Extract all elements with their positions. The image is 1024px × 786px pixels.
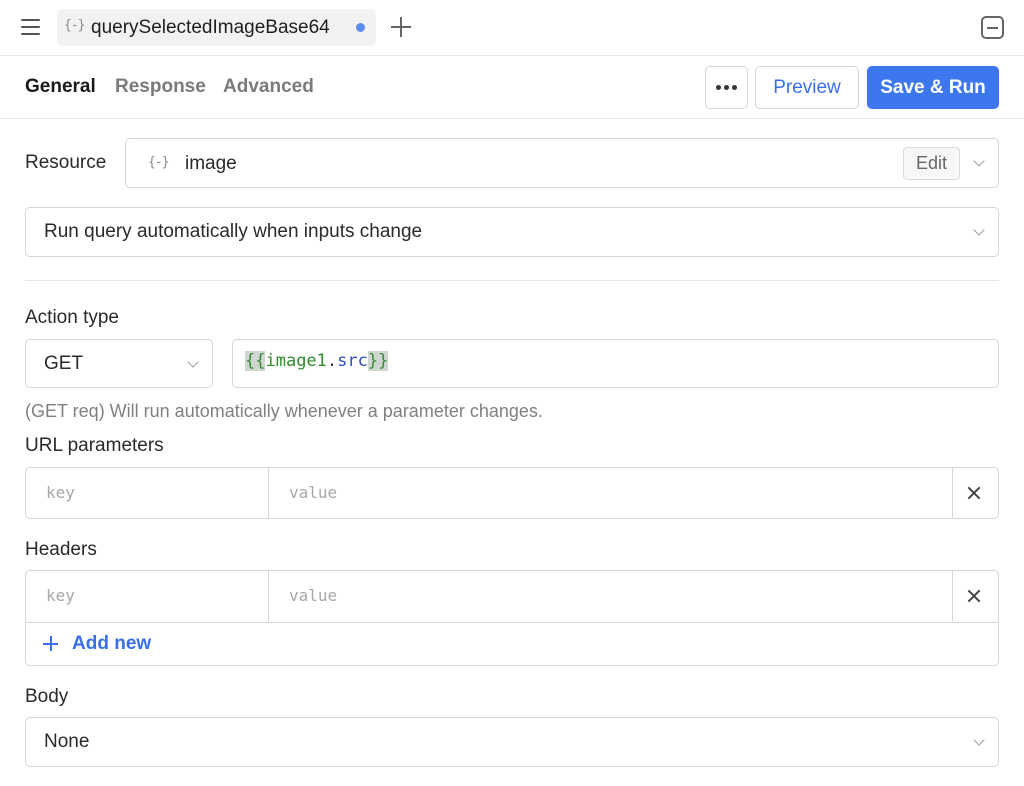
url-param-value-input[interactable]: value (269, 468, 953, 518)
headers-table: key value Add new (25, 570, 999, 666)
header-key-input[interactable]: key (26, 571, 269, 621)
template-brace-open: {{ (245, 351, 266, 371)
template-property: src (337, 351, 368, 371)
method-value: GET (44, 353, 84, 374)
resource-select[interactable]: {-} image Edit (125, 138, 999, 188)
method-hint: (GET req) Will run automatically wheneve… (25, 401, 543, 421)
plus-icon[interactable] (390, 16, 412, 38)
template-dot: . (326, 351, 338, 371)
run-mode-select[interactable]: Run query automatically when inputs chan… (25, 207, 999, 257)
section-divider (25, 280, 999, 281)
tab-general[interactable]: General (25, 76, 96, 98)
tab-advanced[interactable]: Advanced (223, 76, 314, 98)
add-header-button[interactable]: Add new (26, 622, 998, 665)
chevron-down-icon (973, 734, 985, 746)
url-code: {{image1.src}} (245, 351, 389, 371)
body-label: Body (25, 686, 69, 707)
add-new-label: Add new (72, 633, 152, 654)
tab-response[interactable]: Response (115, 76, 206, 98)
ellipsis-icon (716, 85, 721, 90)
hamburger-icon[interactable] (20, 17, 42, 37)
body-type-value: None (44, 731, 90, 752)
action-type-label: Action type (25, 307, 119, 328)
unsaved-dot-icon (356, 23, 365, 32)
headers-label: Headers (25, 539, 97, 560)
query-tab[interactable]: {-} querySelectedImageBase64 (57, 9, 376, 46)
method-select[interactable]: GET (25, 339, 213, 388)
tab-bar: {-} querySelectedImageBase64 (0, 0, 1024, 56)
more-options-button[interactable] (705, 66, 748, 109)
url-input[interactable]: {{image1.src}} (232, 339, 999, 388)
preview-button[interactable]: Preview (755, 66, 859, 109)
chevron-down-icon (187, 356, 199, 368)
url-parameters-label: URL parameters (25, 435, 164, 456)
close-icon[interactable] (965, 587, 983, 605)
minus-square-icon[interactable] (981, 16, 1004, 39)
run-mode-value: Run query automatically when inputs chan… (44, 221, 423, 242)
plus-icon (43, 636, 58, 651)
resource-value: image (185, 153, 237, 174)
chevron-down-icon (973, 155, 985, 167)
template-variable: image1 (265, 351, 327, 371)
body-type-select[interactable]: None (25, 717, 999, 767)
resource-label: Resource (25, 152, 107, 173)
edit-resource-button[interactable]: Edit (903, 147, 960, 180)
header-value-input[interactable]: value (269, 571, 953, 621)
resource-braces-icon: {-} (148, 155, 170, 170)
query-toolbar: General Response Advanced Preview Save &… (0, 57, 1024, 119)
query-tab-label: querySelectedImageBase64 (91, 17, 330, 38)
query-braces-icon: {-} (64, 18, 86, 33)
chevron-down-icon (973, 224, 985, 236)
url-parameters-table: key value (25, 467, 999, 519)
template-brace-close: }} (367, 351, 389, 371)
url-param-key-input[interactable]: key (26, 468, 269, 518)
close-icon[interactable] (965, 484, 983, 502)
save-and-run-button[interactable]: Save & Run (867, 66, 999, 109)
